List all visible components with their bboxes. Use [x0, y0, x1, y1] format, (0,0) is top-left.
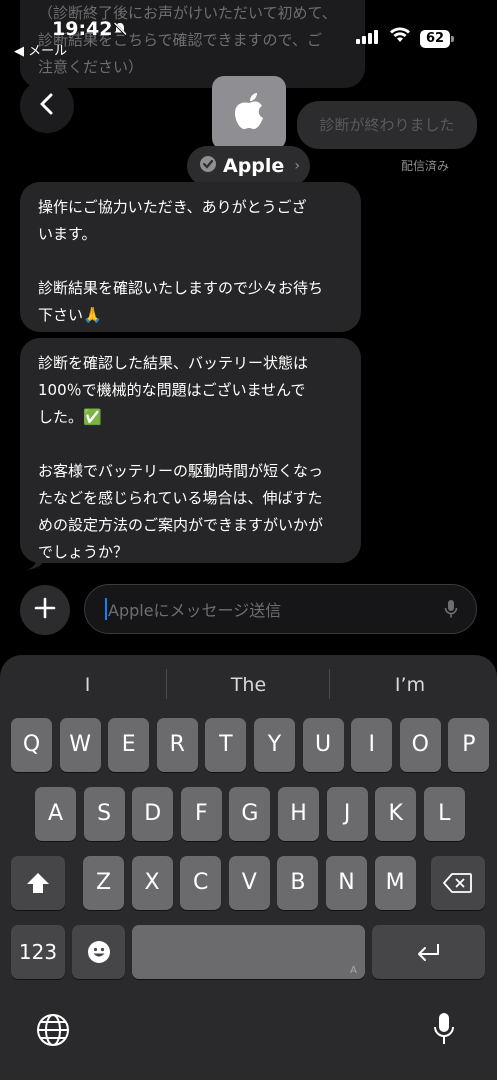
key-h[interactable]: H	[278, 787, 319, 841]
verified-badge-icon	[199, 155, 217, 177]
key-o[interactable]: O	[399, 718, 441, 772]
key-p[interactable]: P	[448, 718, 490, 772]
shift-icon	[25, 873, 51, 901]
bubble-tail	[26, 550, 46, 570]
emoji-key[interactable]	[72, 925, 125, 979]
delete-icon	[443, 873, 473, 900]
shift-key[interactable]	[11, 856, 65, 910]
message-input[interactable]: Appleにメッセージ送信	[84, 584, 477, 634]
clock: 19:42	[52, 18, 113, 40]
input-mode-indicator: A	[350, 965, 357, 976]
key-r[interactable]: R	[156, 718, 198, 772]
wifi-icon	[389, 26, 411, 48]
key-l[interactable]: L	[423, 787, 465, 841]
delete-key[interactable]	[431, 856, 485, 910]
key-w[interactable]: W	[59, 718, 101, 772]
suggestion-3[interactable]: I’m	[340, 667, 480, 703]
signal-icon	[356, 30, 378, 44]
delivery-status: 配信済み	[401, 159, 450, 173]
key-m[interactable]: M	[374, 856, 416, 910]
back-chevron-icon	[39, 93, 55, 119]
key-z[interactable]: Z	[83, 856, 124, 910]
microphone-icon[interactable]	[444, 599, 458, 623]
key-t[interactable]: T	[205, 718, 247, 772]
key-a[interactable]: A	[35, 787, 76, 841]
contact-name: Apple	[223, 155, 285, 177]
key-i[interactable]: I	[351, 718, 393, 772]
received-message-bubble[interactable]: 診断を確認した結果、バッテリー状態は 100％で機械的な問題はございませんで し…	[20, 338, 361, 563]
contact-avatar[interactable]	[212, 76, 286, 150]
key-g[interactable]: G	[229, 787, 271, 841]
apple-logo-icon	[232, 91, 266, 135]
key-y[interactable]: Y	[254, 718, 295, 772]
globe-icon[interactable]	[36, 1013, 70, 1051]
dictation-microphone-icon[interactable]	[432, 1011, 456, 1051]
key-n[interactable]: N	[326, 856, 367, 910]
key-j[interactable]: J	[326, 787, 368, 841]
key-b[interactable]: B	[277, 856, 319, 910]
bell-slash-icon	[113, 22, 127, 40]
back-button[interactable]	[20, 79, 74, 133]
attachment-plus-button[interactable]	[20, 585, 70, 635]
suggestion-2[interactable]: The	[177, 667, 320, 703]
numbers-key[interactable]: 123	[11, 925, 65, 979]
space-key[interactable]: A	[132, 925, 365, 979]
battery-indicator: 62	[420, 30, 454, 48]
back-to-app-link[interactable]: ◀ メール	[14, 40, 67, 59]
return-icon	[415, 943, 443, 968]
key-d[interactable]: D	[132, 787, 174, 841]
suggestion-1[interactable]: I	[20, 667, 155, 703]
sent-message-bubble[interactable]: 診断が終わりました	[297, 101, 477, 149]
key-x[interactable]: X	[131, 856, 173, 910]
received-message-bubble[interactable]: 操作にご協力いただき、ありがとうござ います。 診断結果を確認いたしますので少々…	[20, 182, 361, 332]
status-bar: 19:42 ◀ メール 62	[0, 0, 497, 60]
key-f[interactable]: F	[180, 787, 222, 841]
conversation-view: （診断終了後にお声がけいただいて初めて、 診断結果をこちらで確認できますので、ご…	[0, 0, 497, 660]
emoji-icon	[87, 941, 111, 970]
key-e[interactable]: E	[108, 718, 150, 772]
key-v[interactable]: V	[228, 856, 270, 910]
key-k[interactable]: K	[375, 787, 417, 841]
key-s[interactable]: S	[83, 787, 125, 841]
key-u[interactable]: U	[302, 718, 344, 772]
key-q[interactable]: Q	[11, 718, 52, 772]
suggestion-divider	[166, 669, 167, 699]
keyboard: I The I’m QWERTYUIOP ASDFGHJKL ZXCVBNM 1…	[0, 655, 497, 1080]
message-input-placeholder: Appleにメッセージ送信	[108, 601, 282, 620]
contact-name-button[interactable]: Apple ›	[187, 146, 310, 186]
plus-icon	[34, 597, 56, 623]
chevron-right-icon: ›	[294, 158, 300, 174]
text-cursor	[105, 598, 107, 620]
key-c[interactable]: C	[180, 856, 222, 910]
suggestion-divider	[329, 669, 330, 699]
return-key[interactable]	[372, 925, 485, 979]
